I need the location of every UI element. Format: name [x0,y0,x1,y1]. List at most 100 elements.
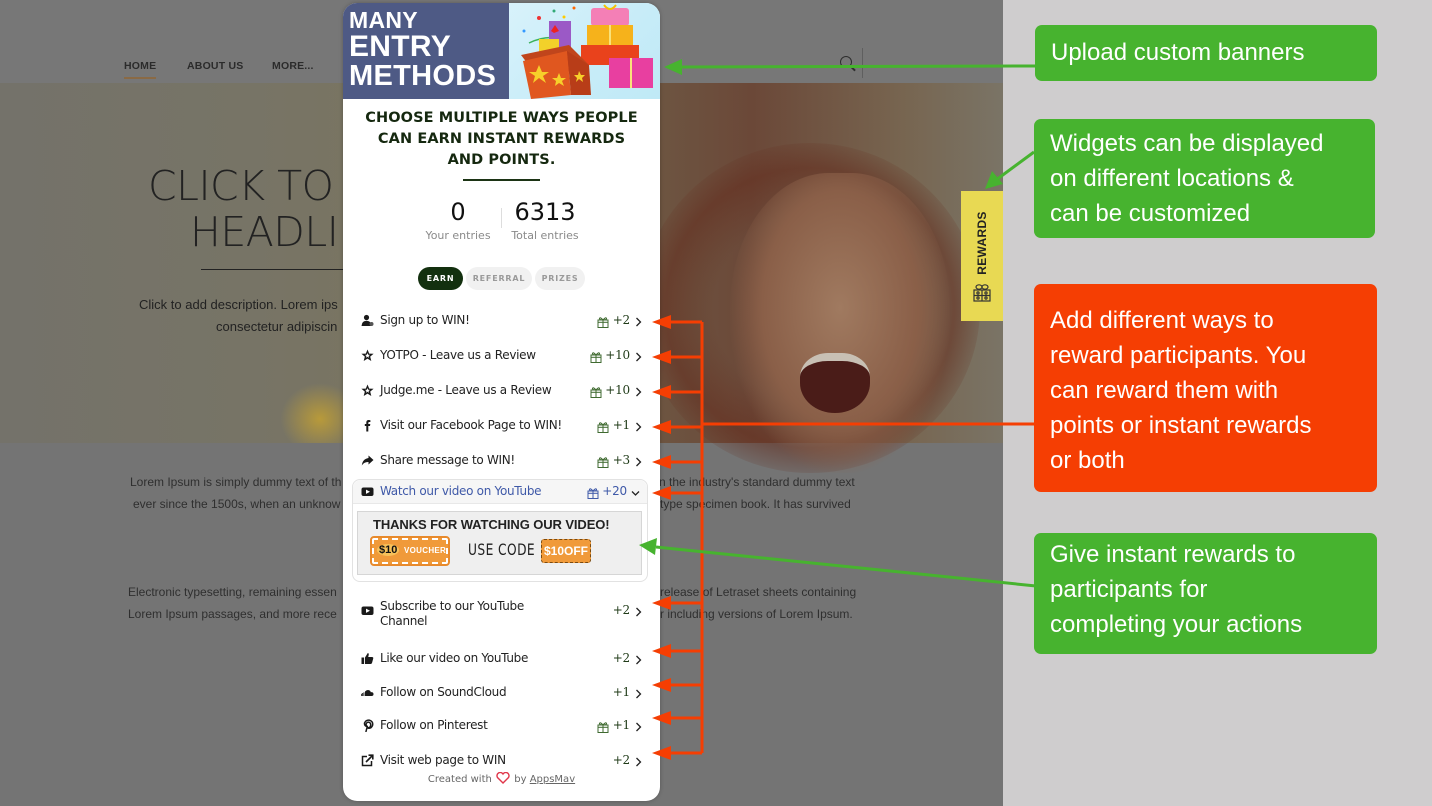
body-text: Electronic typesetting, remaining essen [128,585,337,599]
body-text: release of Letraset sheets containing [660,585,857,599]
appsmav-link[interactable]: AppsMav [530,774,575,785]
body-text: Lorem Ipsum is simply dummy text of th [130,475,342,489]
entry-method-label: Share message to WIN! [380,453,515,467]
entry-method-follow-on-pinterest[interactable]: Follow on Pinterest +1 [353,710,650,740]
entry-method-share-message-to-win[interactable]: Share message to WIN! +3 [353,445,650,475]
chevron-right-icon[interactable] [634,313,643,327]
total-entries: 6313 Total entries [511,198,579,242]
gift-icon [597,453,609,468]
chevron-right-icon[interactable] [634,685,643,699]
gift-boxes-illustration [521,4,653,99]
callout-line: completing your actions [1050,611,1303,638]
callout-line: reward participants. You [1050,342,1307,369]
chevron-right-icon[interactable] [634,348,643,362]
hero-divider [201,269,351,270]
body-text: type specimen book. It has survived [660,497,851,511]
user-icon [361,314,374,327]
youtube-icon [361,604,374,617]
your-entries-value: 0 [450,198,466,226]
chevron-right-icon[interactable] [634,718,643,732]
gift-icon [590,348,602,363]
voucher-badge: $10 VOUCHER [370,536,450,566]
callout-line: Upload custom banners [1051,39,1305,66]
pinterest-icon [361,719,374,733]
coupon-code[interactable]: $10OFF [541,539,591,563]
star-icon [361,384,374,397]
callout-widget-locations: Widgets can be displayed on different loc… [1034,119,1375,238]
callout-line: Widgets can be displayed [1050,130,1324,157]
facebook-icon [361,419,374,432]
callout-line: can be customized [1050,200,1251,227]
tab-earn[interactable]: EARN [418,267,463,290]
callout-line: Give instant rewards to [1050,541,1296,568]
entry-method-yotpo-leave-us-a-review[interactable]: YOTPO - Leave us a Review +10 [353,340,650,370]
callout-line: on different locations & [1050,165,1294,192]
entry-method-like-our-video-on-youtube[interactable]: Like our video on YouTube +2 [353,643,650,673]
hero-description[interactable]: Click to add description. Lorem ips cons… [139,294,359,338]
chevron-down-icon[interactable] [631,484,640,496]
entry-method-points: +1 [612,718,631,732]
nav-home[interactable]: HOME [124,60,157,79]
entry-method-points: +3 [612,453,631,467]
hero-image-mouth [800,353,870,413]
entry-method-label: Follow on Pinterest [380,718,488,732]
body-text: r including versions of Lorem Ipsum. [660,607,853,621]
entry-method-label: Judge.me - Leave us a Review [380,383,552,397]
entry-method-follow-on-soundcloud[interactable]: Follow on SoundCloud +1 [353,677,650,707]
stats-divider [501,208,502,228]
entry-method-points: +10 [605,348,630,362]
reward-title: THANKS FOR WATCHING OUR VIDEO! [373,517,610,532]
entry-method-points: +20 [602,484,627,498]
callout-line: or both [1050,447,1125,474]
rewards-tab-label: REWARDS [975,211,989,275]
entry-method-judge-me-leave-us-a-review[interactable]: Judge.me - Leave us a Review +10 [353,375,650,405]
banner-gifts-image [509,3,660,99]
entry-method-points: +2 [612,313,631,327]
entry-method-label: Follow on SoundCloud [380,685,507,699]
gift-icon [973,284,991,302]
widget-headline: CHOOSE MULTIPLE WAYS PEOPLE CAN EARN INS… [365,110,638,168]
entry-method-visit-web-page-to-win[interactable]: Visit web page to WIN +2 [353,745,650,775]
search-icon[interactable] [840,56,852,68]
entry-method-watch-our-video-on-youtube[interactable]: Watch our video on YouTube +20 THANKS FOR … [352,479,648,582]
chevron-right-icon[interactable] [634,453,643,467]
chevron-right-icon[interactable] [634,383,643,397]
body-text: ever since the 1500s, when an unknow [133,497,341,511]
tab-referral[interactable]: REFERRAL [466,267,532,290]
callout-line: can reward them with [1050,377,1279,404]
chevron-right-icon[interactable] [634,418,643,432]
use-code-label: USE CODE [468,540,536,559]
entry-method-label: Sign up to WIN! [380,313,470,327]
entry-method-visit-our-facebook-page-to-win[interactable]: Visit our Facebook Page to WIN! +1 [353,410,650,440]
share-icon [361,454,374,467]
entry-method-points: +1 [612,418,631,432]
entry-method-points: +2 [612,603,631,617]
instant-reward-banner: THANKS FOR WATCHING OUR VIDEO! $10 VOUCHER… [357,511,642,575]
rewards-side-tab[interactable]: REWARDS [961,191,1003,321]
entry-method-label: Subscribe to our YouTube Channel [380,599,524,628]
gift-icon [590,383,602,398]
entry-method-subscribe-to-our-youtube-channel[interactable]: Subscribe to our YouTube Channel +2 [353,595,650,628]
entry-method-label: YOTPO - Leave us a Review [380,348,536,362]
tab-prizes[interactable]: PRIZES [535,267,585,290]
nav-about-us[interactable]: ABOUT US [187,60,243,72]
headline-divider [463,179,540,181]
chevron-right-icon[interactable] [634,753,643,767]
gift-icon [587,484,599,499]
heart-icon [496,772,510,784]
chevron-right-icon[interactable] [634,651,643,665]
gift-icon [597,313,609,328]
total-entries-value: 6313 [514,198,576,226]
gift-icon [597,418,609,433]
callout-reward-ways: Add different ways to reward participants… [1034,284,1377,492]
entry-method-sign-up-to-win[interactable]: Sign up to WIN! +2 [353,305,650,335]
youtube-icon [361,485,374,498]
rewards-widget: MANY ENTRY METHODS CHOOSE MULTIPLE WAYS … [343,3,660,801]
entry-method-label: Watch our video on YouTube [380,484,542,498]
nav-more[interactable]: MORE... [272,60,314,72]
entry-method-points: +1 [612,685,631,699]
entry-method-label: Visit web page to WIN [380,753,506,767]
chevron-right-icon[interactable] [634,603,643,617]
external-link-icon [361,754,374,767]
entries-stats: 0 Your entries 6313 Total entries [343,198,660,248]
